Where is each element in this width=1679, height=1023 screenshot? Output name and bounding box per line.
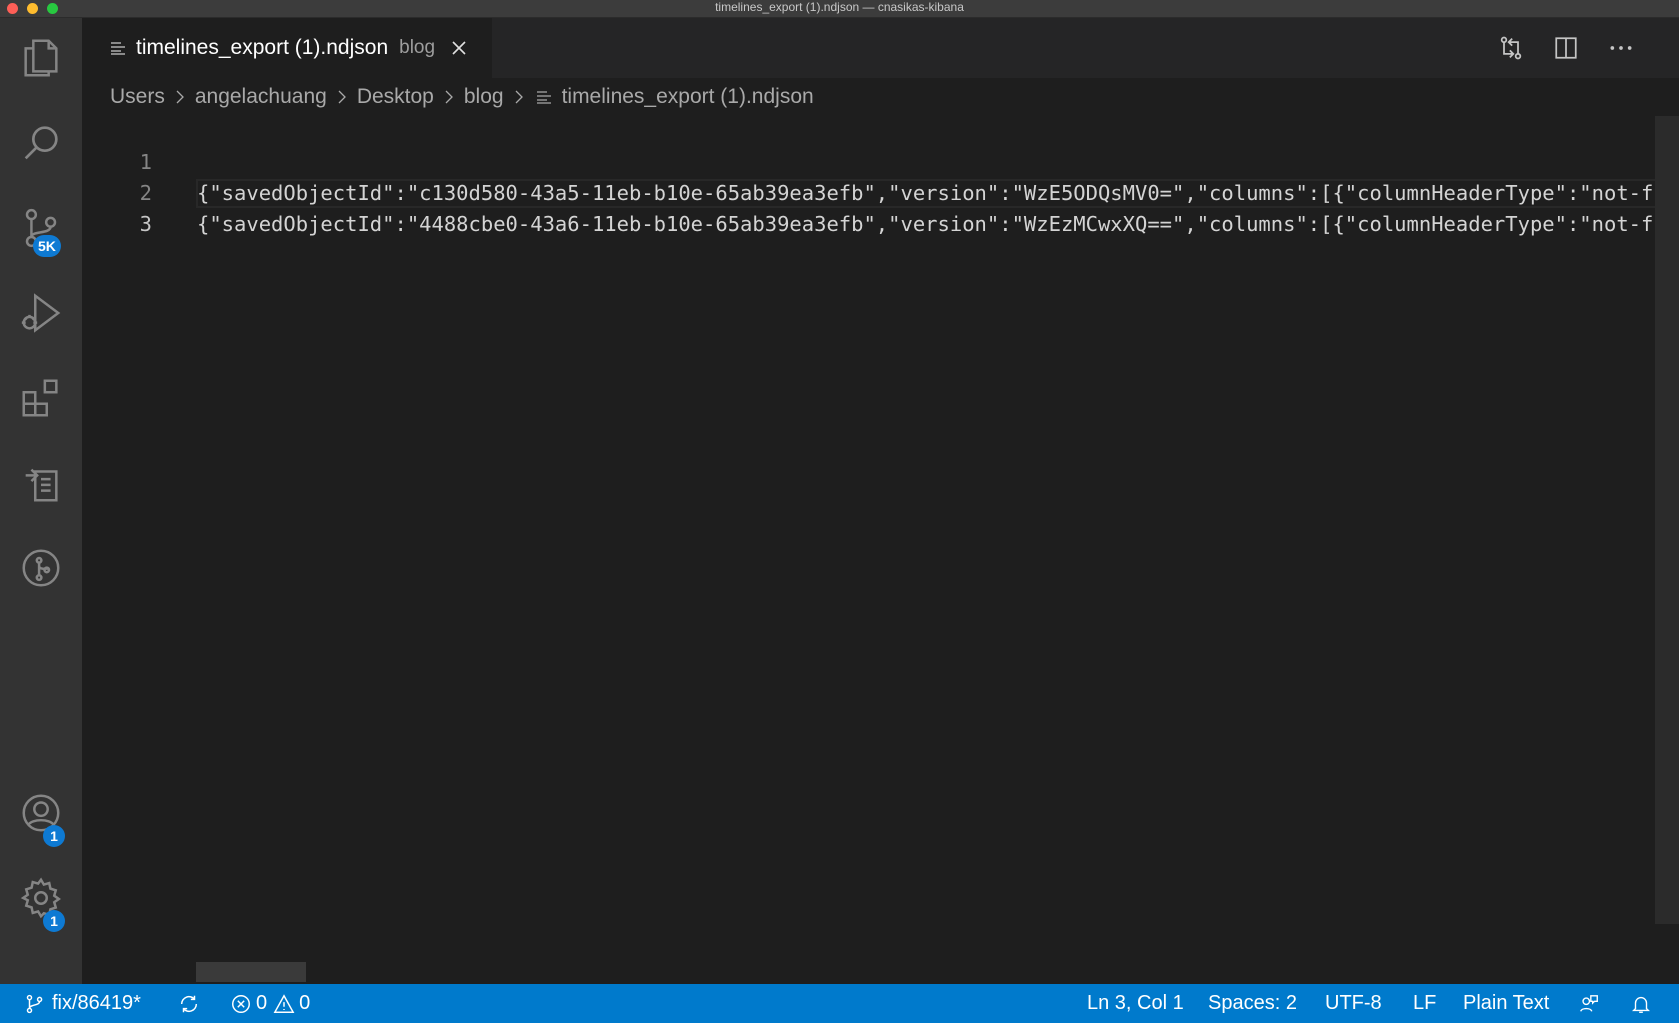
tab-description: blog [399,37,436,58]
close-icon[interactable] [449,38,469,58]
activity-gitlens[interactable] [0,528,82,608]
feedback-button[interactable] [1578,984,1600,1023]
chevron-right-icon [515,90,523,104]
problems-status[interactable]: 0 0 [230,984,310,1023]
activity-source-control[interactable]: 5K [0,188,82,268]
activity-run-debug[interactable] [0,273,82,353]
notifications-button[interactable] [1630,984,1652,1023]
branch-name: fix/86419* [52,992,141,1014]
manage-badge: 1 [43,910,65,932]
activity-bar: 5K 1 1 [0,18,82,984]
text-file-icon [111,42,125,55]
activity-extensions[interactable] [0,358,82,438]
breadcrumb-item[interactable]: blog [464,85,504,109]
tab-bar: timelines_export (1).ndjson blog [82,18,1679,78]
feedback-person-icon [1580,994,1598,1012]
cursor-position[interactable]: Ln 3, Col 1 [1087,984,1184,1023]
extensions-icon [22,379,58,417]
git-branch-icon [26,994,43,1013]
split-editor-button[interactable] [1550,32,1582,64]
line-number: 3 [139,212,152,236]
activity-accounts[interactable]: 1 [0,773,82,853]
compare-changes-icon [1500,36,1522,60]
source-control-badge: 5K [33,235,61,257]
breadcrumb: Users angelachuang Desktop blog timeline… [110,80,814,114]
tab-timelines-export[interactable]: timelines_export (1).ndjson blog [82,18,492,78]
chevron-right-icon [338,90,346,104]
title-bar: timelines_export (1).ndjson — cnasikas-k… [0,0,1679,18]
indentation-status[interactable]: Spaces: 2 [1208,984,1297,1023]
accounts-badge: 1 [43,825,65,847]
breadcrumb-item[interactable]: angelachuang [195,85,327,109]
more-actions-button[interactable] [1605,32,1637,64]
language-mode[interactable]: Plain Text [1463,984,1549,1023]
vertical-scrollbar-thumb[interactable] [1655,116,1679,924]
editor[interactable]: 1 {"savedObjectId":"c130d580-43a5-11eb-b… [82,116,1679,984]
warning-count: 0 [299,992,311,1014]
code-line[interactable]: 1 {"savedObjectId":"c130d580-43a5-11eb-b… [82,116,1679,205]
branch-status[interactable]: fix/86419* [24,984,141,1023]
activity-explorer[interactable] [0,18,82,98]
split-editor-icon [1555,37,1577,59]
breadcrumb-item[interactable]: timelines_export (1).ndjson [562,85,814,109]
sync-button[interactable] [178,984,200,1023]
gitlens-icon [22,549,60,587]
window-title: timelines_export (1).ndjson — cnasikas-k… [715,0,964,14]
ellipsis-icon [1610,46,1632,50]
chevron-right-icon [445,90,453,104]
status-bar: fix/86419* 0 0 Ln 3, Col 1 Spaces: 2 UTF… [0,984,1679,1023]
activity-search[interactable] [0,103,82,183]
tab-label: timelines_export (1).ndjson [136,36,389,59]
error-icon [232,994,250,1013]
breadcrumb-item[interactable]: Users [110,85,165,109]
run-debug-icon [21,293,61,333]
chevron-right-icon [176,90,184,104]
activity-remote-explorer[interactable] [0,443,82,523]
open-changes-button[interactable] [1495,32,1527,64]
code-line[interactable]: 2 {"savedObjectId":"4488cbe0-43a6-11eb-b… [82,147,1679,236]
horizontal-scrollbar-thumb[interactable] [196,962,306,982]
search-icon [24,126,58,160]
activity-manage[interactable]: 1 [0,858,82,938]
eol-status[interactable]: LF [1413,984,1436,1023]
sync-icon [180,995,198,1012]
explorer-icon [24,39,58,77]
encoding-status[interactable]: UTF-8 [1325,984,1382,1023]
error-count: 0 [256,992,268,1014]
line-text: {"savedObjectId":"4488cbe0-43a6-11eb-b10… [197,212,1666,236]
code-line[interactable]: 3 [82,178,1679,236]
remote-explorer-icon [25,468,58,502]
warning-icon [273,993,295,1013]
breadcrumb-item[interactable]: Desktop [357,85,434,109]
text-file-icon [536,91,551,104]
bell-icon [1632,996,1650,1013]
